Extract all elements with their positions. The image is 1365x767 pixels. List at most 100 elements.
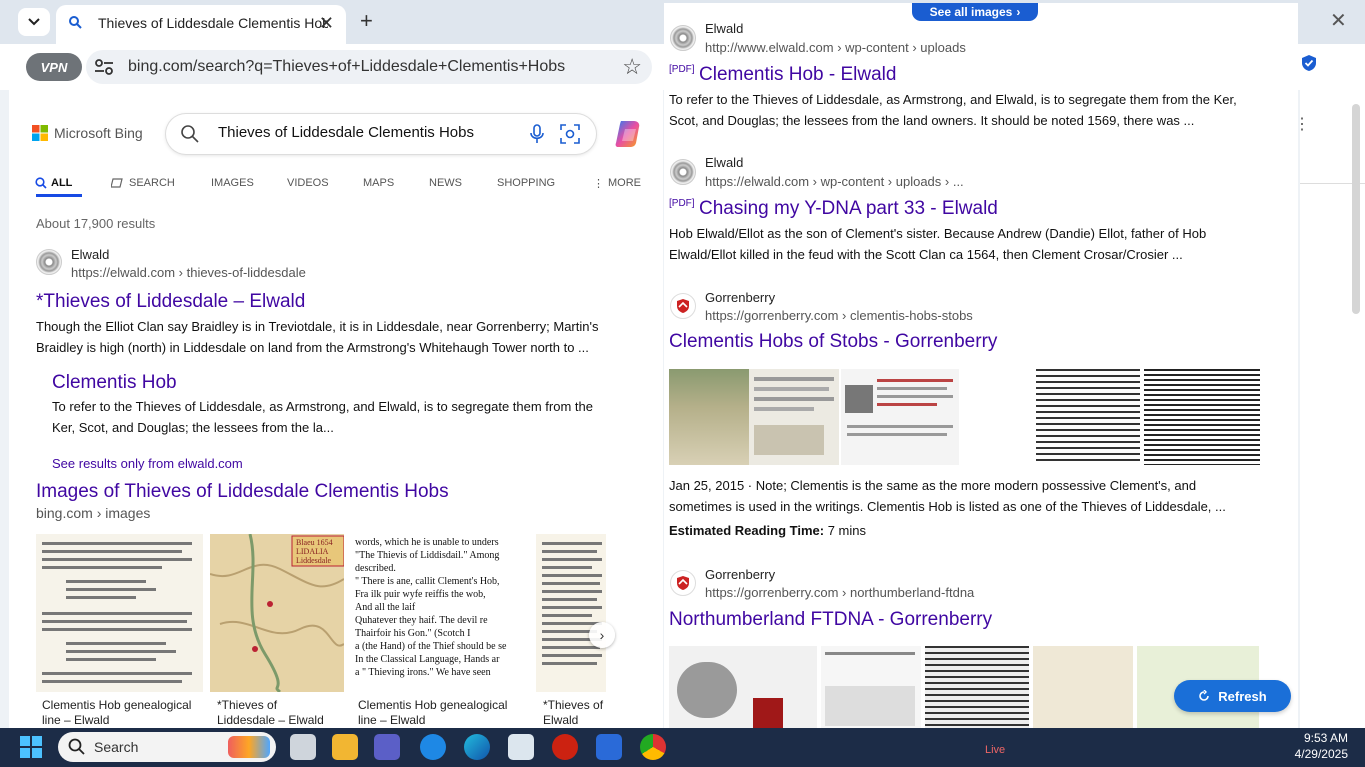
result-title-link[interactable]: Chasing my Y-DNA part 33 - Elwald xyxy=(699,198,998,219)
image-caption[interactable]: *Thieves of Elwald xyxy=(543,698,613,728)
tab-more[interactable]: ⋮ MORE xyxy=(593,172,653,194)
windows-start-icon[interactable] xyxy=(20,736,42,758)
tab-all[interactable]: ALL xyxy=(35,172,111,194)
site-favicon xyxy=(36,249,62,275)
visual-search-icon[interactable] xyxy=(560,124,580,144)
tab-more-label: MORE xyxy=(608,177,641,189)
taskbar-search-label: Search xyxy=(94,739,139,755)
tab-title: Thieves of Liddesdale Clementis Hobs xyxy=(98,15,328,31)
result-title-link[interactable]: Northumberland FTDNA - Gorrenberry xyxy=(669,609,992,631)
notepad-icon[interactable] xyxy=(596,734,622,760)
tab-maps[interactable]: MAPS xyxy=(363,172,429,194)
tab-videos[interactable]: VIDEOS xyxy=(287,172,363,194)
taskbar: Search Live 9:53 AM 4/29/2025 xyxy=(0,728,1365,767)
tab-images-label: IMAGES xyxy=(211,177,254,189)
edge-icon[interactable] xyxy=(464,734,490,760)
app-icon[interactable] xyxy=(508,734,534,760)
search-icon xyxy=(35,177,47,189)
result-image[interactable] xyxy=(1036,369,1260,465)
clock-time: 9:53 AM xyxy=(1303,731,1348,745)
tab-list-button[interactable] xyxy=(18,8,50,36)
image-caption[interactable]: Clementis Hob genealogical line – Elwald xyxy=(42,698,202,728)
vpn-label: VPN xyxy=(40,59,68,75)
reading-time-label: Estimated Reading Time: xyxy=(669,523,825,538)
carousel-next-button[interactable]: › xyxy=(589,622,615,648)
result-url[interactable]: http://www.elwald.com › wp-content › upl… xyxy=(705,40,966,55)
result-site-name: Elwald xyxy=(705,21,744,36)
quote-line: Quhatever they haif. The devil re xyxy=(355,615,488,626)
quote-line: described. xyxy=(355,563,396,574)
image-thumbnail[interactable] xyxy=(536,534,606,692)
teams-icon[interactable] xyxy=(374,734,400,760)
tab-images[interactable]: IMAGES xyxy=(211,172,287,194)
app-icon[interactable] xyxy=(420,734,446,760)
result-snippet: Hob Elwald/Ellot as the son of Clement's… xyxy=(669,226,1207,262)
sublink-title[interactable]: Clementis Hob xyxy=(52,372,177,394)
map-thumbnail[interactable]: Blaeu 1654 LIDALIA Liddesdale xyxy=(210,534,344,692)
tab-shopping[interactable]: SHOPPING xyxy=(497,172,593,194)
related-results-pane: See all images › Elwald http://www.elwal… xyxy=(664,3,1298,747)
tab-maps-label: MAPS xyxy=(363,177,395,189)
taskbar-search[interactable]: Search xyxy=(58,732,276,762)
search-query[interactable]: Thieves of Liddesdale Clementis Hobs xyxy=(218,124,474,141)
quote-line: Fra ilk puir wyfe reiffis the wob, xyxy=(355,589,486,600)
address-bar[interactable]: bing.com/search?q=Thieves+of+Liddesdale+… xyxy=(86,50,652,84)
reading-time-value: 7 mins xyxy=(827,523,866,538)
browser-tab[interactable]: Thieves of Liddesdale Clementis Hobs ✕ xyxy=(56,5,346,44)
see-all-images-button[interactable]: See all images › xyxy=(912,3,1038,21)
quote-line: In the Classical Language, Hands ar xyxy=(355,654,500,665)
result-image[interactable] xyxy=(841,369,959,465)
close-tab-icon[interactable]: ✕ xyxy=(319,13,334,34)
refresh-button[interactable]: Refresh xyxy=(1174,680,1291,712)
microphone-icon[interactable] xyxy=(530,124,544,144)
tab-search[interactable]: SEARCH xyxy=(111,172,211,194)
tab-all-label: ALL xyxy=(51,177,73,189)
copilot-icon[interactable] xyxy=(612,117,646,151)
result-snippet: Jan 25, 2015 · Note; Clementis is the sa… xyxy=(669,478,1226,514)
refresh-label: Refresh xyxy=(1218,688,1267,704)
file-explorer-icon[interactable] xyxy=(332,734,358,760)
site-favicon xyxy=(670,293,696,319)
result-url[interactable]: https://gorrenberry.com › clementis-hobs… xyxy=(705,308,973,323)
close-window-icon[interactable]: ✕ xyxy=(1330,8,1347,33)
scrollbar-thumb[interactable] xyxy=(1352,104,1360,314)
chevron-right-icon: › xyxy=(599,627,605,643)
result-image[interactable] xyxy=(669,369,839,465)
result-title-link[interactable]: Clementis Hobs of Stobs - Gorrenberry xyxy=(669,331,997,353)
new-tab-button[interactable]: + xyxy=(360,8,373,34)
vpn-button[interactable]: VPN xyxy=(26,53,82,81)
pdf-badge: [PDF] xyxy=(669,198,695,209)
tab-news[interactable]: NEWS xyxy=(429,172,497,194)
see-results-only-link[interactable]: See results only from elwald.com xyxy=(52,456,243,471)
images-section-title[interactable]: Images of Thieves of Liddesdale Clementi… xyxy=(36,481,449,503)
chevron-down-icon xyxy=(28,18,40,26)
result-url[interactable]: https://elwald.com › thieves-of-liddesda… xyxy=(71,265,306,280)
result-title-link[interactable]: Clementis Hob - Elwald xyxy=(699,64,896,85)
image-caption[interactable]: Clementis Hob genealogical line – Elwald xyxy=(358,698,518,728)
copilot-search-icon xyxy=(111,178,123,188)
quote-line: And all the laif xyxy=(355,602,416,613)
clock[interactable]: 9:53 AM 4/29/2025 xyxy=(1288,730,1348,762)
app-icon[interactable] xyxy=(552,734,578,760)
search-icon xyxy=(181,125,199,143)
bookmark-star-icon[interactable]: ☆ xyxy=(622,54,642,80)
bing-logo[interactable]: Microsoft Bing xyxy=(32,125,143,141)
result-url[interactable]: https://gorrenberry.com › northumberland… xyxy=(705,585,974,600)
site-settings-icon[interactable] xyxy=(94,58,114,76)
text-thumbnail[interactable]: words, which he is unable to unders "The… xyxy=(351,534,531,692)
image-thumbnail[interactable] xyxy=(36,534,203,692)
microsoft-logo-icon xyxy=(32,125,48,141)
quote-line: Thairfoir his Gon." (Scotch I xyxy=(355,628,471,639)
task-view-icon[interactable] xyxy=(290,734,316,760)
result-url[interactable]: https://elwald.com › wp-content › upload… xyxy=(705,174,964,189)
search-box[interactable]: Thieves of Liddesdale Clementis Hobs xyxy=(166,114,596,154)
live-indicator[interactable]: Live xyxy=(985,744,1005,756)
shield-icon[interactable] xyxy=(1300,54,1318,72)
search-nav: ALL SEARCH IMAGES VIDEOS MAPS NEWS SHOPP… xyxy=(35,172,653,194)
chrome-icon[interactable] xyxy=(640,734,666,760)
shield-crest-icon xyxy=(677,299,689,313)
site-favicon xyxy=(670,159,696,185)
result-title-link[interactable]: *Thieves of Liddesdale – Elwald xyxy=(36,291,305,313)
result-site-name: Gorrenberry xyxy=(705,567,776,582)
image-caption[interactable]: *Thieves of Liddesdale – Elwald xyxy=(217,698,337,728)
